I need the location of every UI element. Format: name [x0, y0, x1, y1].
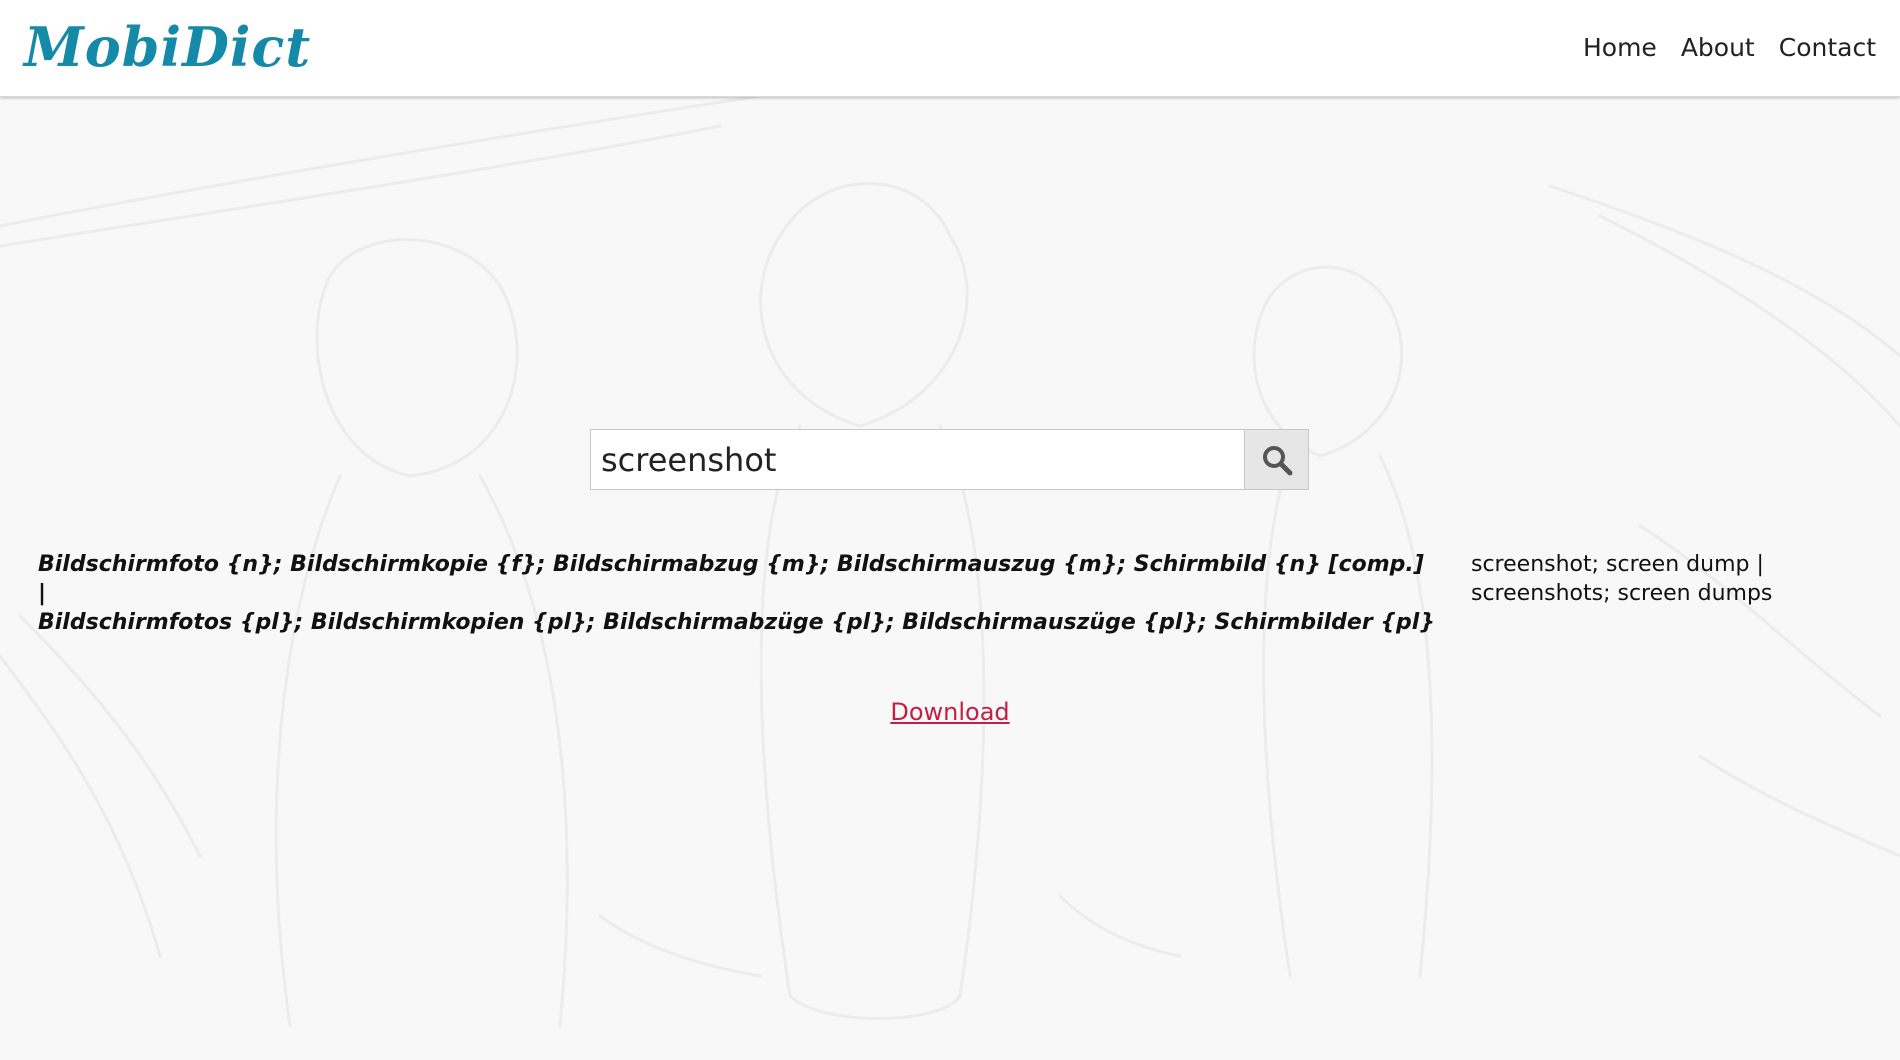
nav-home-link[interactable]: Home: [1583, 30, 1657, 66]
search-input[interactable]: [590, 429, 1244, 490]
nav-contact-link[interactable]: Contact: [1779, 30, 1876, 66]
search-button[interactable]: [1244, 429, 1309, 490]
english-term: screenshot; screen dump | screenshots; s…: [1471, 550, 1871, 608]
english-term-line: screenshots; screen dumps: [1471, 581, 1773, 606]
site-logo[interactable]: MobiDict: [24, 12, 311, 82]
german-translation-line: Bildschirmfotos {pl}; Bildschirmkopien {…: [38, 610, 1435, 635]
page: MobiDict Home About Contact Bildschirmfo…: [0, 0, 1900, 1060]
nav-about-link[interactable]: About: [1681, 30, 1755, 66]
german-translation-line: Bildschirmfoto {n}; Bildschirmkopie {f};…: [38, 552, 1424, 606]
download-link[interactable]: Download: [890, 698, 1009, 726]
german-translation: Bildschirmfoto {n}; Bildschirmkopie {f};…: [38, 550, 1438, 637]
top-navbar: MobiDict Home About Contact: [0, 0, 1900, 97]
main-nav: Home About Contact: [1583, 30, 1876, 66]
search-bar: [590, 429, 1309, 490]
download-section: Download: [0, 698, 1900, 726]
search-icon: [1262, 445, 1292, 475]
english-term-line: screenshot; screen dump |: [1471, 552, 1764, 577]
